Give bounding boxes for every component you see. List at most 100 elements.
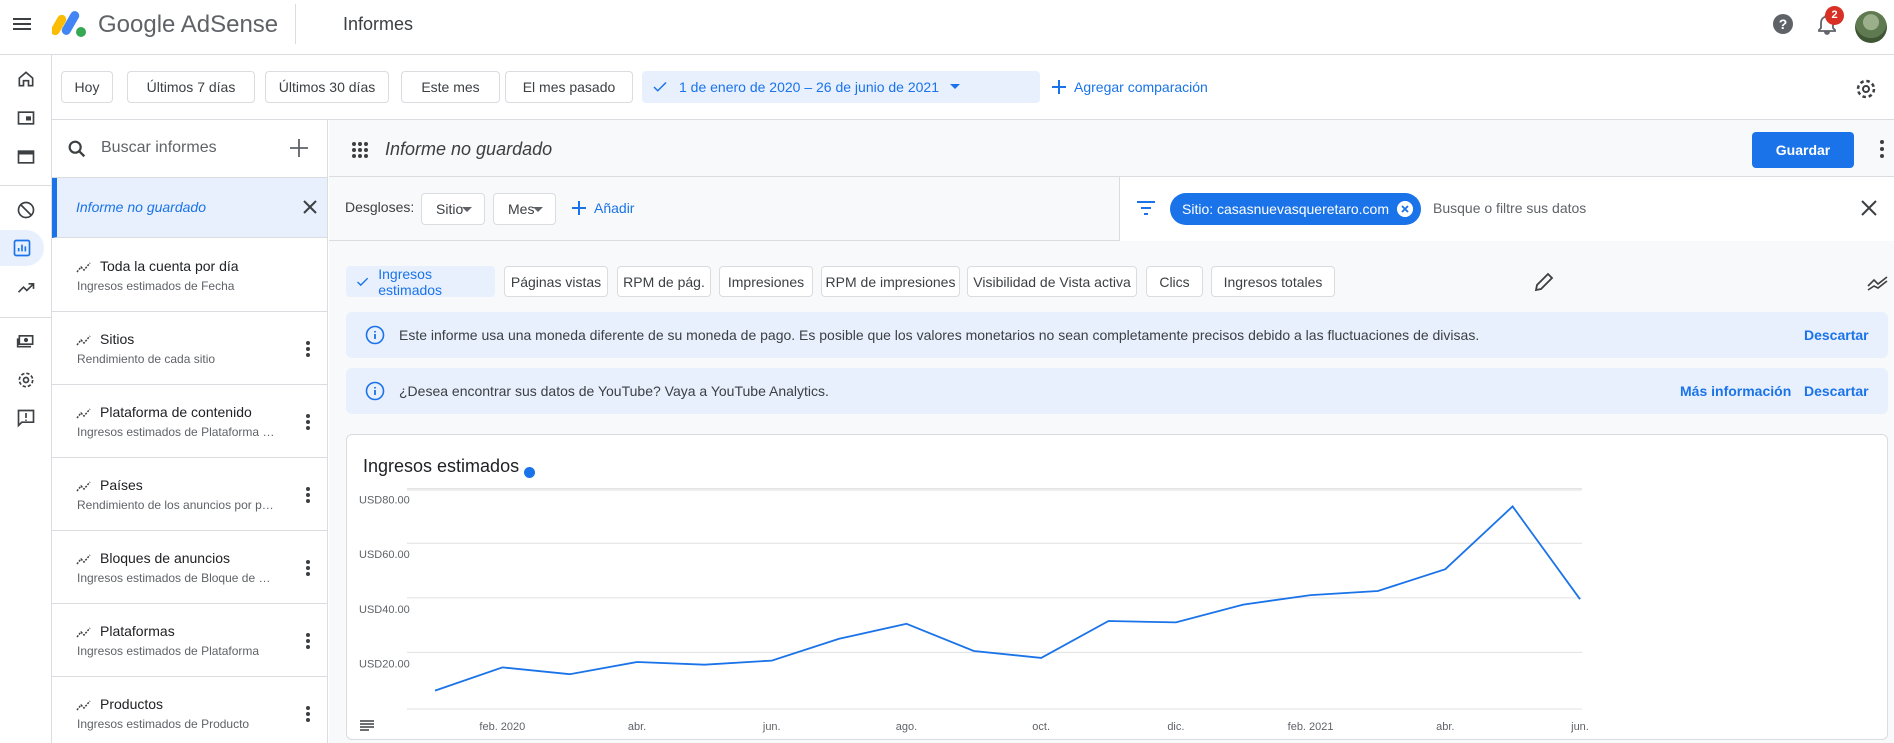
notification-badge: 2 [1825, 6, 1844, 25]
more-vert-icon[interactable] [300, 412, 316, 432]
chart-toggle-icon[interactable] [1867, 271, 1889, 293]
close-icon[interactable] [1860, 199, 1878, 217]
metric-chip-total-earnings[interactable]: Ingresos totales [1211, 266, 1335, 297]
new-report-icon[interactable] [288, 137, 310, 159]
metric-chip-clicks[interactable]: Clics [1146, 266, 1203, 297]
remove-filter-icon[interactable] [1397, 201, 1413, 217]
adsense-logo [52, 11, 86, 37]
filter-bar: Sitio: casasnuevasqueretaro.com Busque o… [1119, 177, 1894, 241]
close-icon[interactable] [300, 197, 320, 217]
data-point[interactable] [770, 659, 774, 663]
more-vert-icon[interactable] [1874, 138, 1890, 160]
metric-chip-impressions[interactable]: Impresiones [719, 266, 813, 297]
rail-blocking[interactable] [8, 192, 44, 228]
breakdown-month-dropdown[interactable]: Mes [493, 193, 556, 225]
data-point[interactable] [433, 689, 437, 693]
preset-this-month[interactable]: Este mes [401, 71, 500, 103]
more-vert-icon[interactable] [300, 558, 316, 578]
data-point[interactable] [1376, 589, 1380, 593]
rail-reports[interactable] [0, 230, 44, 266]
report-title[interactable]: Informe no guardado [385, 139, 552, 160]
more-vert-icon[interactable] [300, 631, 316, 651]
rail-home[interactable] [8, 61, 44, 97]
settings-icon [18, 372, 34, 388]
preset-last-30-days[interactable]: Últimos 30 días [265, 71, 389, 103]
brand-name: Google AdSense [98, 11, 279, 38]
help-icon[interactable]: ? [1771, 12, 1795, 36]
save-button[interactable]: Guardar [1752, 132, 1854, 168]
list-item[interactable]: Toda la cuenta por día Ingresos estimado… [52, 239, 327, 312]
data-point[interactable] [972, 649, 976, 653]
reports-search[interactable]: Buscar informes [52, 120, 327, 178]
reports-icon [13, 239, 31, 257]
metric-chip-impression-rpm[interactable]: RPM de impresiones [821, 266, 960, 297]
data-point[interactable] [1039, 656, 1043, 660]
preset-last-7-days[interactable]: Últimos 7 días [127, 71, 255, 103]
menu-icon[interactable] [10, 12, 34, 36]
report-description: Ingresos estimados de Plataforma de cont… [77, 425, 277, 439]
report-name: Países [100, 477, 143, 493]
data-point[interactable] [500, 665, 504, 669]
add-breakdown-button[interactable]: Añadir [572, 200, 634, 216]
learn-more-link[interactable]: Más información [1680, 383, 1791, 399]
rail-ads[interactable] [8, 100, 44, 136]
report-name: Plataforma de contenido [100, 404, 252, 420]
table-view-icon[interactable] [359, 719, 375, 733]
apps-icon[interactable] [351, 141, 369, 159]
report-description: Rendimiento de los anuncios por país [77, 498, 277, 512]
data-point[interactable] [1107, 619, 1111, 623]
filter-search-input[interactable]: Busque o filtre sus datos [1433, 200, 1586, 216]
rail-sites[interactable] [8, 139, 44, 175]
more-vert-icon[interactable] [300, 485, 316, 505]
gear-icon[interactable] [1854, 77, 1878, 101]
report-trend-icon [76, 262, 91, 273]
breakdown-month-label: Mes [508, 201, 535, 217]
data-point[interactable] [1309, 593, 1313, 597]
list-item[interactable]: Productos Ingresos estimados de Producto [52, 677, 327, 743]
breakdowns-label: Desgloses: [345, 199, 415, 215]
data-point[interactable] [1241, 603, 1245, 607]
data-point[interactable] [1511, 504, 1515, 508]
filter-chip-site[interactable]: Sitio: casasnuevasqueretaro.com [1170, 193, 1421, 225]
data-point[interactable] [837, 637, 841, 641]
more-vert-icon[interactable] [300, 704, 316, 724]
current-report-item[interactable]: Informe no guardado [52, 178, 327, 238]
more-vert-icon[interactable] [300, 339, 316, 359]
rail-payments[interactable] [8, 322, 44, 358]
search-input[interactable]: Buscar informes [101, 139, 217, 157]
x-tick-label: feb. 2020 [479, 721, 525, 733]
edit-icon[interactable] [1533, 271, 1555, 293]
rail-divider [0, 185, 52, 186]
list-item[interactable]: Sitios Rendimiento de cada sitio [52, 312, 327, 385]
left-rail [0, 55, 52, 743]
add-comparison-button[interactable]: Agregar comparación [1052, 79, 1208, 95]
list-item[interactable]: Plataforma de contenido Ingresos estimad… [52, 385, 327, 458]
rail-feedback[interactable] [8, 400, 44, 436]
dismiss-button[interactable]: Descartar [1804, 327, 1869, 343]
data-point[interactable] [904, 622, 908, 626]
metric-chip-active-view[interactable]: Visibilidad de Vista activa [967, 266, 1137, 297]
metric-chip-page-rpm[interactable]: RPM de pág. [617, 266, 711, 297]
add-comparison-label: Agregar comparación [1074, 79, 1208, 95]
rail-settings[interactable] [8, 362, 44, 398]
date-range-selector[interactable]: 1 de enero de 2020 – 26 de junio de 2021 [642, 71, 1040, 103]
data-point[interactable] [1578, 597, 1582, 601]
data-point[interactable] [568, 672, 572, 676]
data-point[interactable] [1174, 620, 1178, 624]
data-point[interactable] [702, 663, 706, 667]
list-item[interactable]: Países Rendimiento de los anuncios por p… [52, 458, 327, 531]
avatar[interactable] [1855, 11, 1887, 43]
preset-today[interactable]: Hoy [61, 71, 113, 103]
data-point[interactable] [1443, 567, 1447, 571]
list-item[interactable]: Bloques de anuncios Ingresos estimados d… [52, 531, 327, 604]
rail-optimization[interactable] [8, 270, 44, 306]
preset-last-month[interactable]: El mes pasado [505, 71, 633, 103]
filter-icon[interactable] [1136, 199, 1156, 217]
data-point[interactable] [635, 660, 639, 664]
breakdown-site-dropdown[interactable]: Sitio [421, 193, 485, 225]
metric-chip-estimated-earnings[interactable]: Ingresos estimados [346, 266, 495, 298]
metric-chip-page-views[interactable]: Páginas vistas [504, 266, 608, 297]
dismiss-button[interactable]: Descartar [1804, 383, 1869, 399]
list-item[interactable]: Plataformas Ingresos estimados de Plataf… [52, 604, 327, 677]
plus-icon [1052, 80, 1066, 94]
